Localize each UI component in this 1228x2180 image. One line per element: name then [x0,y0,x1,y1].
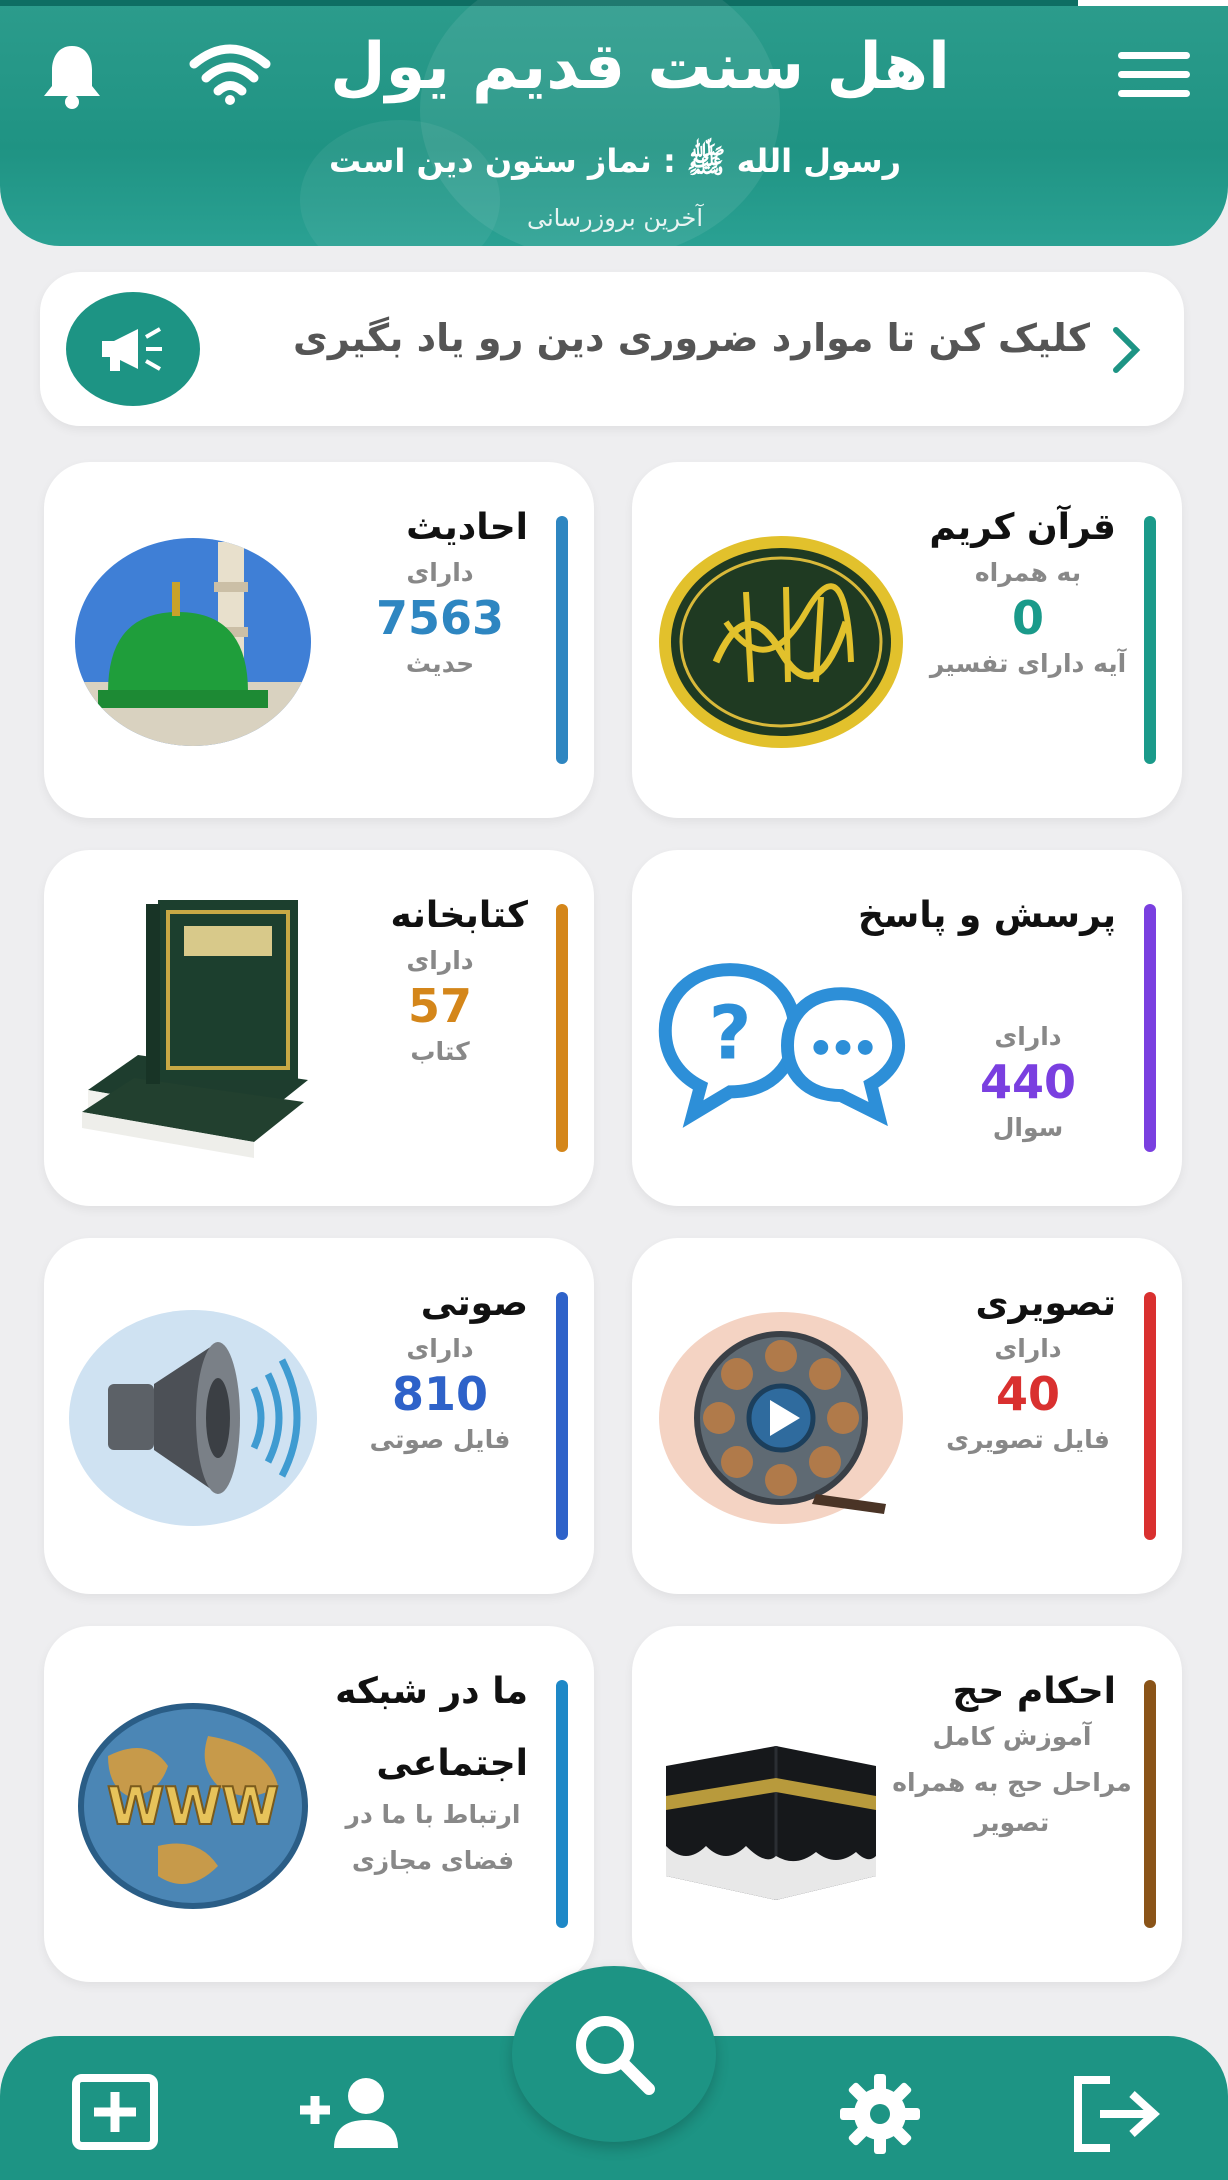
header-hadith-subtitle: رسول الله ﷺ : نماز ستون دین است [329,142,901,180]
chat-bubbles-question-icon: ? [658,963,906,1128]
speaker-icon [69,1310,317,1526]
card-info-pre: دارای [994,1334,1062,1363]
kaaba-image [666,1746,876,1900]
card-info-pre: دارای [406,558,474,587]
search-icon [576,2016,655,2095]
card-info-post: سوال [992,1113,1064,1142]
card-info: دارای 57 کتاب [340,946,540,1066]
card-info: ارتباط با ما در فضای مجازی [320,1792,546,1884]
card-info-post: آیه دارای تفسیر [929,649,1127,678]
svg-text:?: ? [709,991,752,1077]
card-count: 0 [1011,591,1044,645]
search-fab-button[interactable] [512,1966,716,2142]
quran-emblem-icon [659,536,903,748]
film-reel-icon [659,1312,903,1524]
card-count: 810 [391,1367,489,1421]
card-count: 57 [407,979,472,1033]
card-info: آموزش کامل مراحل حج به همراه تصویر [880,1722,1144,1843]
card-accent-bar [1144,516,1156,764]
card-info-pre: دارای [406,946,474,975]
card-accent-bar [1144,904,1156,1152]
add-user-icon[interactable] [296,2074,402,2150]
card-accent-bar [556,904,568,1152]
card-accent-bar [556,516,568,764]
card-info: دارای 7563 حدیث [340,558,540,678]
card-count: 440 [979,1055,1077,1109]
card-info: دارای 810 فایل صوتی [340,1334,540,1454]
logout-icon[interactable] [1070,2074,1166,2154]
card-info-post: فایل تصویری [946,1425,1110,1454]
card-audio[interactable]: صوتی دارای 810 فایل صوتی [44,1238,594,1594]
card-info-post: مراحل حج به همراه تصویر [892,1768,1132,1837]
card-info-pre: دارای [994,1022,1062,1051]
add-box-icon[interactable] [72,2074,158,2150]
card-info-post: کتاب [410,1037,470,1066]
mosque-dome-image [75,538,311,746]
wifi-icon[interactable] [188,42,272,106]
card-hajj-rules[interactable]: احکام حج آموزش کامل مراحل حج به همراه تص… [632,1626,1182,1982]
notification-bell-icon[interactable] [40,42,104,110]
www-globe-icon: WWW [78,1703,308,1909]
card-social-network[interactable]: ما در شبکه اجتماعی ارتباط با ما در فضای … [44,1626,594,1982]
card-info: به همراه 0 آیه دارای تفسیر [928,558,1128,678]
card-info-post: حدیث [405,649,475,678]
card-info-pre: آموزش کامل [932,1722,1092,1751]
card-hadith[interactable]: احادیث دارای 7563 حدیث [44,462,594,818]
card-title: احکام حج [952,1671,1116,1712]
card-info: دارای 40 فایل تصویری [928,1334,1128,1454]
card-accent-bar [1144,1292,1156,1540]
card-accent-bar [556,1680,568,1928]
settings-gear-icon[interactable] [838,2072,922,2156]
book-stack-image [82,900,308,1158]
card-library[interactable]: کتابخانه دارای 57 کتاب [44,850,594,1206]
card-info-post: فایل صوتی [369,1425,511,1454]
chevron-right-icon[interactable] [1106,324,1146,376]
card-quran[interactable]: قرآن کریم به همراه 0 آیه دارای تفسیر [632,462,1182,818]
card-info-pre: به همراه [974,558,1082,587]
learn-essentials-banner[interactable]: کلیک کن تا موارد ضروری دین رو یاد بگیری [40,272,1184,426]
app-title: اهل سنت قدیم یول [330,30,950,104]
card-accent-bar [556,1292,568,1540]
app-header: اهل سنت قدیم یول رسول الله ﷺ : نماز ستون… [0,0,1228,246]
status-bar-highlight [1078,0,1228,6]
card-info: دارای 440 سوال [928,1022,1128,1142]
card-questions-answers[interactable]: پرسش و پاسخ دارای 440 سوال ? [632,850,1182,1206]
banner-text: کلیک کن تا موارد ضروری دین رو یاد بگیری [293,316,1090,360]
hamburger-menu-icon[interactable] [1118,52,1190,102]
card-info-pre: ارتباط با ما در فضای مجازی [345,1800,521,1875]
card-info-pre: دارای [406,1334,474,1363]
card-accent-bar [1144,1680,1156,1928]
www-text: WWW [107,1777,279,1837]
megaphone-icon [66,292,200,406]
last-update-link[interactable]: آخرین بروزرسانی [400,204,830,232]
card-count: 7563 [375,591,505,645]
card-count: 40 [995,1367,1060,1421]
card-video[interactable]: تصویری دارای 40 فایل تصویری [632,1238,1182,1594]
